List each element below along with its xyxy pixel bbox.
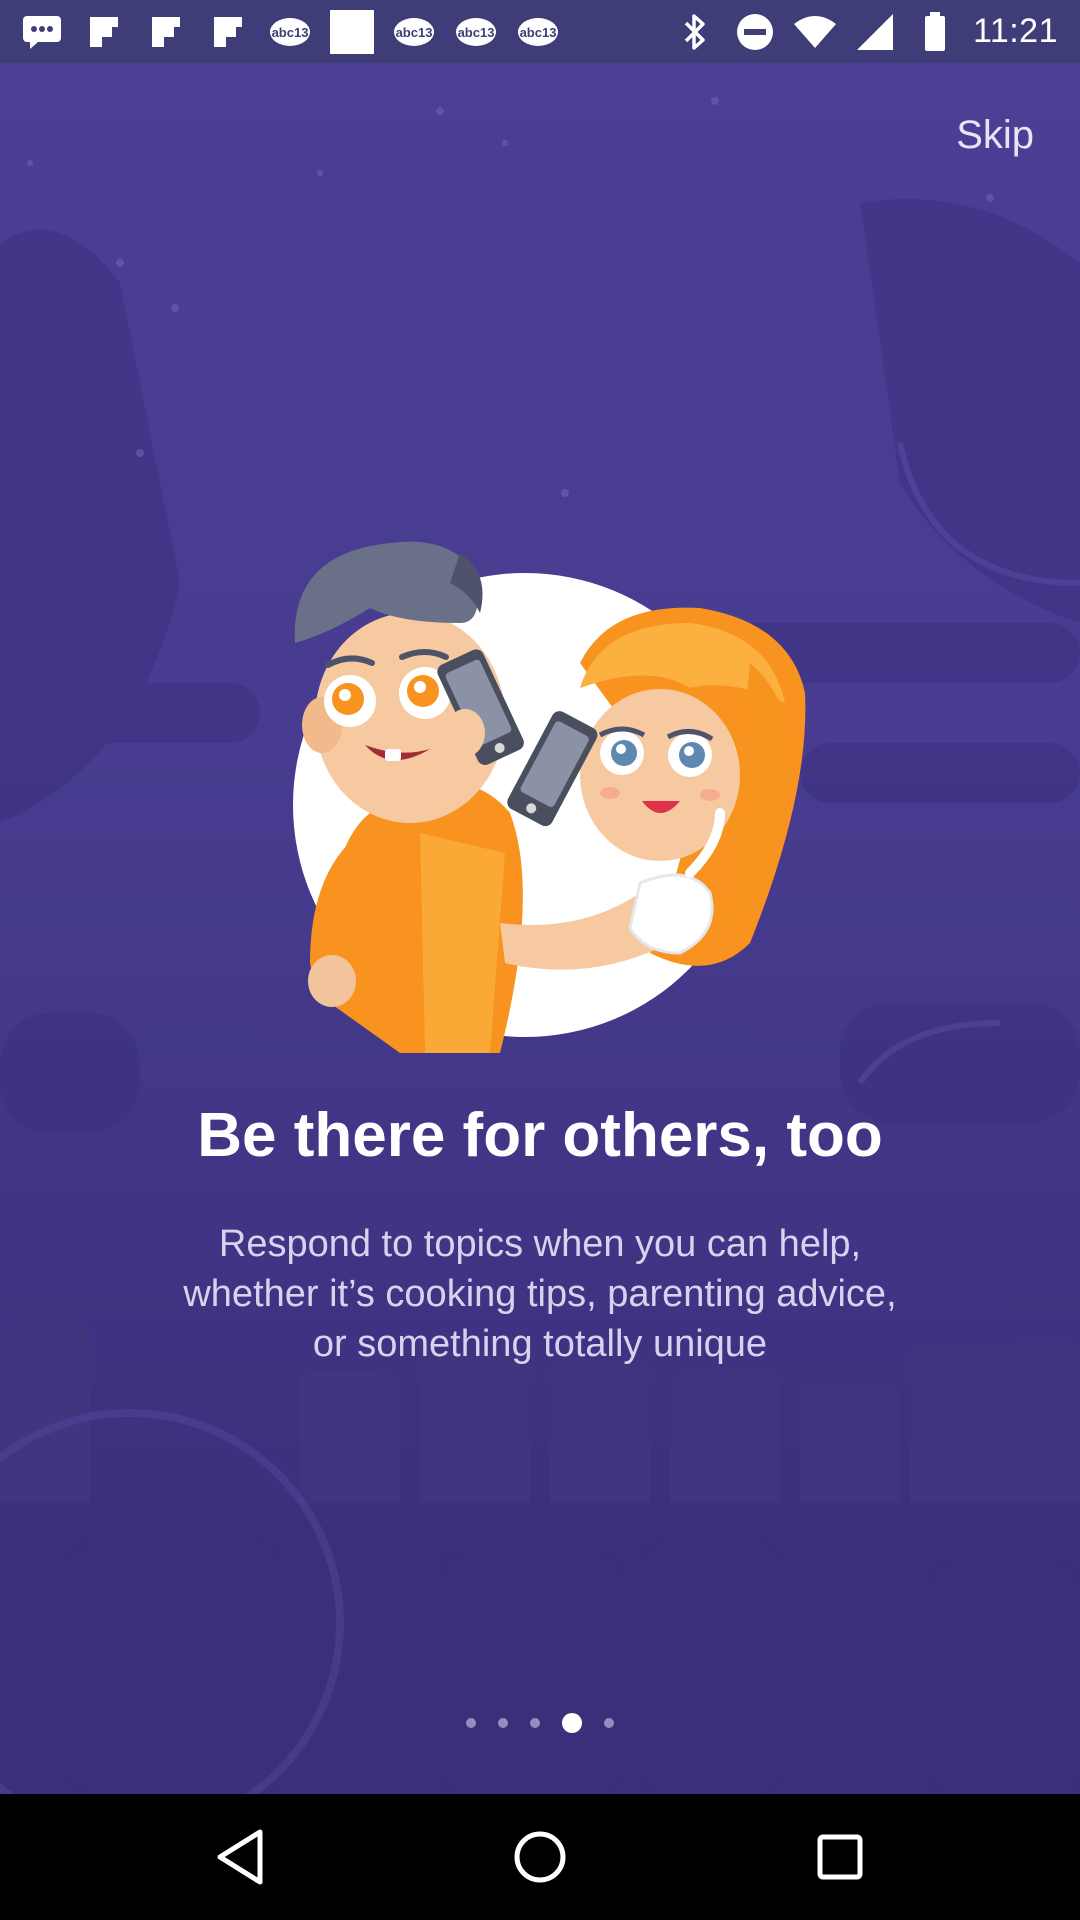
messages-icon: [20, 12, 64, 52]
skip-button[interactable]: Skip: [952, 109, 1038, 162]
page-dot[interactable]: [604, 1718, 614, 1728]
abc13-icon: abc13: [454, 12, 498, 52]
flipboard-icon: [206, 12, 250, 52]
svg-text:abc13: abc13: [458, 25, 495, 40]
page-dot-active[interactable]: [562, 1713, 582, 1733]
notification-icons: abc13 abc13 abc13 abc13: [20, 9, 578, 54]
system-icons: 11:21: [673, 11, 1058, 52]
description-line: Respond to topics when you can help,: [218, 1223, 862, 1265]
home-button[interactable]: [500, 1817, 580, 1897]
page-dot[interactable]: [466, 1718, 476, 1728]
back-button[interactable]: [200, 1817, 280, 1897]
abc13-icon: abc13: [268, 12, 312, 52]
page-dot[interactable]: [530, 1718, 540, 1728]
abc13-icon: abc13: [516, 12, 560, 52]
page-dot[interactable]: [498, 1718, 508, 1728]
battery-icon: [913, 11, 957, 52]
navigation-bar: [0, 1794, 1080, 1920]
screen: abc13 abc13 abc13 abc13 11:21 Skip Be th…: [0, 0, 1080, 1920]
svg-text:abc13: abc13: [520, 25, 557, 40]
svg-text:abc13: abc13: [272, 25, 309, 40]
description-line: or something totally unique: [312, 1323, 768, 1365]
flipboard-icon: [144, 12, 188, 52]
back-icon: [217, 1829, 263, 1885]
description-line: whether it’s cooking tips, parenting adv…: [183, 1273, 897, 1315]
bluetooth-icon: [673, 12, 717, 52]
clock: 11:21: [972, 12, 1058, 50]
flipboard-icon: [82, 12, 126, 52]
two-people-talking-on-phones-illustration: [293, 541, 806, 1053]
onboarding-page[interactable]: Skip Be there for others, too Respond to…: [0, 63, 1080, 1794]
abc13-icon: abc13: [392, 12, 436, 52]
signal-icon: [853, 12, 897, 52]
home-icon: [514, 1831, 566, 1883]
do-not-disturb-icon: [733, 12, 777, 52]
image-icon: [330, 9, 374, 54]
recents-button[interactable]: [800, 1817, 880, 1897]
page-description: Respond to topics when you can help, whe…: [120, 1219, 960, 1369]
page-title: Be there for others, too: [197, 1101, 883, 1170]
page-indicator[interactable]: [0, 1703, 1080, 1743]
recents-icon: [817, 1834, 863, 1880]
status-bar: abc13 abc13 abc13 abc13 11:21: [0, 0, 1080, 63]
wifi-icon: [793, 12, 837, 52]
svg-text:abc13: abc13: [396, 25, 433, 40]
